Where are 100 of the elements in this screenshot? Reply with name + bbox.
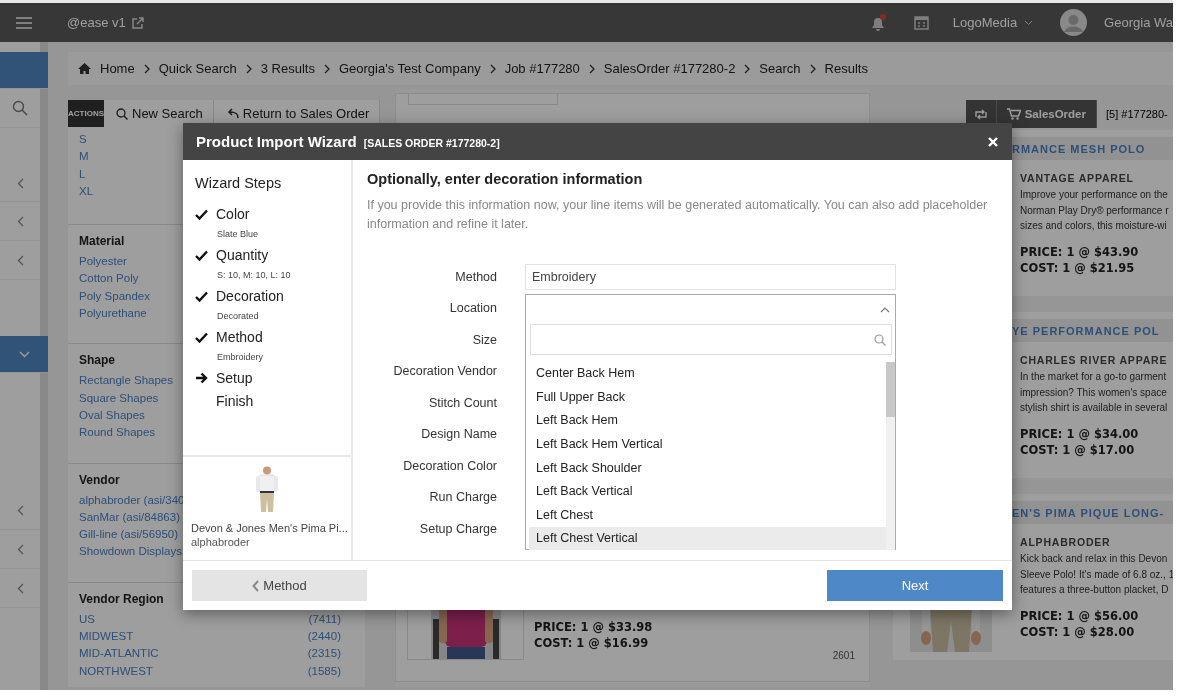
chevron-right-icon [245, 63, 252, 74]
dropdown-option[interactable]: Left Back Vertical [529, 480, 886, 504]
cart-icon [1006, 108, 1021, 120]
product-name: Devon & Jones Men's Pima Pi... [191, 522, 348, 534]
description-line: stylish shirt is available in several [1020, 401, 1168, 415]
description-line: Sleeve Polo! It's made of 6.8 oz., 1 [1020, 567, 1173, 582]
item-number: 2601 [832, 650, 855, 661]
filter-link[interactable]: MIDWEST [79, 628, 134, 646]
filter-link[interactable]: Cotton Poly [79, 270, 139, 288]
filter-heading: Vendor [79, 471, 120, 489]
filter-count: (1585) [307, 663, 341, 679]
rail-tab[interactable] [0, 52, 48, 89]
rail-tab[interactable] [0, 336, 48, 373]
price-text: PRICE: 1 @ $34.00 [1020, 425, 1140, 442]
app-name[interactable]: @ease v1 [67, 15, 126, 30]
step-label: Decoration [216, 288, 284, 304]
chevron-right-icon [744, 63, 751, 74]
menu-icon[interactable] [16, 16, 32, 29]
filter-link[interactable]: Polyester [79, 253, 127, 271]
description-line: sizes and colors, this moisture-wi [1020, 219, 1168, 233]
product-vendor: alphabroder [191, 536, 250, 548]
calendar-icon[interactable] [913, 15, 929, 30]
step-label: Method [216, 329, 263, 345]
chevron-left-icon[interactable] [16, 215, 24, 227]
sales-order-button[interactable]: SalesOrder [996, 100, 1097, 128]
filter-link[interactable]: Square Shapes [79, 389, 159, 407]
filter-link[interactable]: SanMar (asi/84863) [79, 508, 180, 527]
filter-link[interactable]: MID-ATLANTIC [79, 645, 159, 663]
breadcrumb-link[interactable]: Results [824, 61, 868, 76]
return-arrow-icon [225, 108, 239, 119]
avatar-icon[interactable] [1060, 9, 1088, 36]
breadcrumb-link[interactable]: Job #177280 [504, 61, 580, 76]
product-title[interactable]: RMANCE MESH POLO [1012, 142, 1146, 155]
user-name[interactable]: Georgia Wa [1104, 15, 1173, 30]
step-label: Setup [216, 370, 253, 386]
breadcrumb-link[interactable]: Search [759, 61, 801, 76]
filter-link[interactable]: alphabroder (asi/340 [79, 491, 185, 509]
close-button[interactable] [986, 134, 1000, 149]
home-icon [78, 63, 91, 74]
step-detail: S: 10, M: 10, L: 10 [216, 269, 292, 282]
filter-link[interactable]: US [79, 610, 95, 629]
step-detail: Slate Blue [216, 228, 260, 241]
breadcrumb-link[interactable]: Quick Search [158, 61, 237, 76]
search-icon[interactable] [12, 100, 28, 116]
filter-link[interactable]: XL [79, 182, 94, 201]
chevron-left-icon[interactable] [16, 178, 24, 189]
filter-link[interactable]: Oval Shapes [79, 406, 145, 425]
breadcrumb-link[interactable]: 3 Results [260, 61, 315, 76]
chevron-right-icon [143, 63, 150, 74]
dropdown-option[interactable]: Full Upper Back [529, 385, 886, 410]
filter-link[interactable]: S [79, 131, 87, 149]
field-label: Decoration Vendor [392, 364, 497, 379]
location-dropdown[interactable]: Center Back Hem Full Upper Back Left Back Hem Left Back Hem Vertical Left Back Shoulder Left Back Vertical Left Chest Left Chest Vertical [525, 294, 896, 551]
filter-link[interactable]: Rectangle Shapes [79, 372, 173, 390]
product-title[interactable]: EN'S PIMA PIQUE LONG- [1012, 506, 1165, 519]
description-line: impression? This women's space [1020, 385, 1168, 400]
breadcrumb-link[interactable]: Georgia's Test Company [338, 61, 481, 76]
scrollbar[interactable] [886, 362, 895, 551]
filter-link[interactable]: M [79, 148, 89, 166]
dropdown-option[interactable]: Left Chest [529, 503, 886, 528]
caret-icon [1024, 19, 1034, 26]
filter-link[interactable]: Polyurethane [79, 305, 147, 323]
search-field[interactable] [530, 324, 892, 356]
dialog-title: Product Import Wizard [196, 133, 357, 150]
dropdown-option[interactable]: Left Chest Vertical [529, 527, 886, 551]
next-button[interactable]: Next [827, 570, 1003, 601]
description-line: Improve your performance on the [1020, 188, 1169, 202]
filter-link[interactable]: Round Shapes [79, 424, 156, 442]
field-label: Stitch Count [427, 395, 497, 410]
field-label: Size [471, 332, 497, 347]
field-label: Run Charge [428, 490, 497, 505]
filter-link[interactable]: Showdown Displays [79, 543, 182, 561]
steps-heading: Wizard Steps [195, 175, 283, 191]
filter-link[interactable]: L [79, 165, 86, 183]
dropdown-option[interactable]: Center Back Hem [529, 362, 886, 386]
back-button[interactable]: Method [192, 570, 367, 601]
breadcrumb-link[interactable]: Home [100, 61, 135, 76]
dropdown-option[interactable]: Left Back Hem Vertical [529, 433, 886, 457]
filter-link[interactable]: Poly Spandex [79, 287, 150, 306]
filter-link[interactable]: Gill-line (asi/56950) [79, 526, 179, 544]
chevron-left-icon[interactable] [16, 543, 24, 555]
dropdown-option[interactable]: Left Back Shoulder [529, 456, 886, 481]
chevron-left-icon[interactable] [16, 582, 24, 594]
refresh-icon [973, 108, 988, 120]
description-line: Kick back and relax in this Devon [1020, 552, 1169, 566]
vendor-name: ALPHABRODER [1020, 536, 1112, 548]
dropdown-option[interactable]: Left Back Hem [529, 409, 886, 434]
product-title[interactable]: YE PERFORMANCE POL [1012, 324, 1160, 337]
external-link-icon[interactable] [131, 16, 144, 29]
method-field[interactable]: Embroidery [525, 263, 896, 290]
filter-count: (2440) [307, 629, 341, 645]
breadcrumb-link[interactable]: SalesOrder #177280-2 [603, 61, 736, 76]
chevron-left-icon[interactable] [16, 254, 24, 266]
step-label: Quantity [216, 247, 269, 263]
filter-link[interactable]: NORTHWEST [79, 662, 153, 680]
caret-up-icon [880, 306, 890, 313]
search-icon [116, 107, 128, 120]
company-menu[interactable]: LogoMedia [952, 15, 1034, 30]
chevron-left-icon[interactable] [16, 504, 24, 516]
filter-heading: Vendor Region [79, 590, 164, 608]
